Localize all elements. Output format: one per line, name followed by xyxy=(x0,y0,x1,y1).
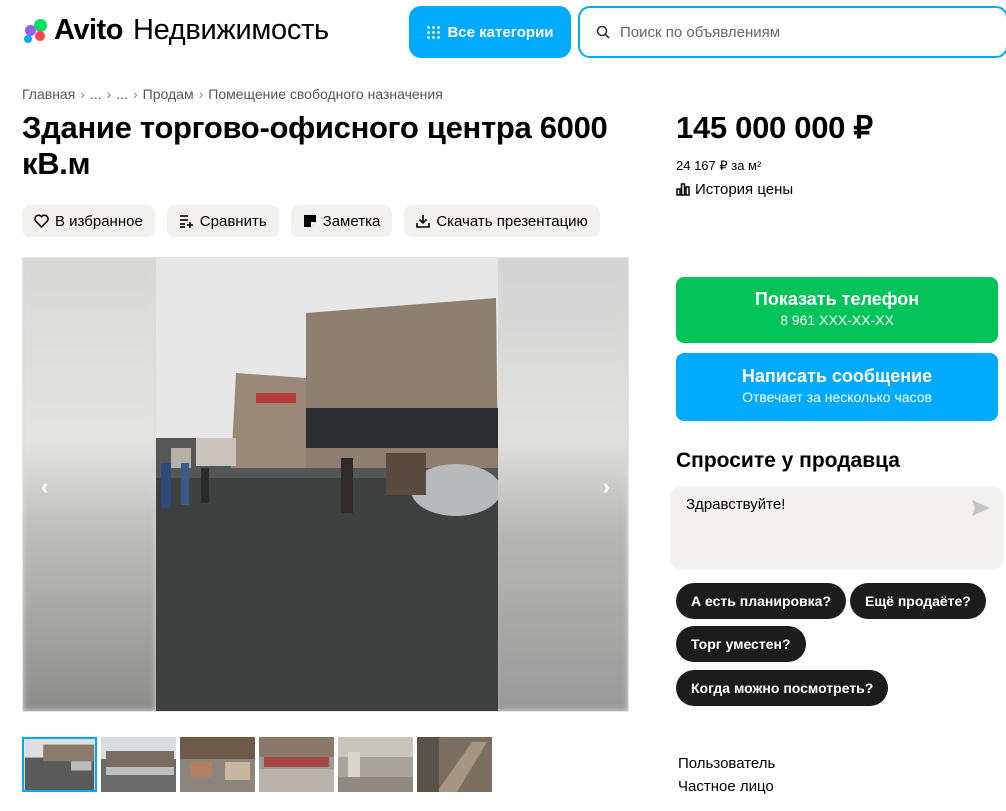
breadcrumb-home[interactable]: Главная xyxy=(22,86,75,102)
listing-title: Здание торгово-офисного центра 6000 кВ.м xyxy=(22,110,608,181)
thumbnail[interactable] xyxy=(22,737,97,792)
brand-name: Avito xyxy=(54,14,123,46)
note-button[interactable]: Заметка xyxy=(290,205,393,237)
thumbnail[interactable] xyxy=(259,737,334,792)
heart-icon xyxy=(34,214,49,228)
ask-seller-heading: Спросите у продавца xyxy=(676,449,900,472)
breadcrumb: Главная ›... ›... › Продам › Помещение свободн… xyxy=(22,86,443,102)
main-photo[interactable] xyxy=(156,258,498,712)
thumbnail[interactable] xyxy=(180,737,255,792)
seller-info[interactable]: Пользователь Частное лицо xyxy=(678,752,775,798)
breadcrumb-item[interactable]: ... xyxy=(116,86,128,102)
search-box[interactable] xyxy=(578,6,1006,58)
thumbnail[interactable] xyxy=(417,737,492,792)
quick-question-chip[interactable]: Ещё продаёте? xyxy=(850,583,986,619)
quick-question-chip[interactable]: Когда можно посмотреть? xyxy=(676,670,889,706)
note-label: Заметка xyxy=(322,212,381,230)
download-label: Скачать презентацию xyxy=(436,212,588,230)
quick-question-chip[interactable]: Торг уместен? xyxy=(676,626,806,662)
download-icon xyxy=(416,215,431,228)
send-icon[interactable] xyxy=(972,500,990,516)
thumbnail[interactable] xyxy=(101,737,176,792)
response-time-label: Отвечает за несколько часов xyxy=(742,389,932,405)
breadcrumb-category[interactable]: Помещение свободного назначения xyxy=(208,86,443,102)
seller-name[interactable]: Пользователь xyxy=(678,752,775,775)
favorite-button[interactable]: В избранное xyxy=(22,205,155,237)
search-input[interactable] xyxy=(618,22,982,42)
bar-chart-icon xyxy=(676,183,690,196)
price: 145 000 000 ₽ xyxy=(676,110,873,145)
price-history-link[interactable]: История цены xyxy=(676,181,793,198)
breadcrumb-item[interactable]: ... xyxy=(90,86,102,102)
write-message-label: Написать сообщение xyxy=(741,366,933,386)
message-input[interactable]: Здравствуйте! xyxy=(670,486,1004,570)
photo-gallery[interactable]: ‹ › xyxy=(22,257,629,712)
show-phone-button[interactable]: Показать телефон 8 961 XXX-XX-XX xyxy=(676,277,998,343)
avito-logo[interactable]: Avito Недвижимость xyxy=(22,14,329,47)
show-phone-label: Показать телефон xyxy=(754,289,920,309)
seller-type: Частное лицо xyxy=(678,778,774,795)
thumbnail-strip xyxy=(22,737,492,792)
write-message-button[interactable]: Написать сообщение Отвечает за несколько… xyxy=(676,353,998,421)
all-categories-button[interactable]: Все категории xyxy=(409,6,571,58)
note-icon xyxy=(303,215,316,227)
all-categories-label: Все категории xyxy=(447,23,554,41)
section-name: Недвижимость xyxy=(132,14,329,46)
thumbnail[interactable] xyxy=(338,737,413,792)
favorite-label: В избранное xyxy=(55,212,143,230)
price-history-label: История цены xyxy=(695,181,794,198)
message-text[interactable]: Здравствуйте! xyxy=(686,496,785,513)
compare-button[interactable]: Сравнить xyxy=(166,205,279,237)
grid-icon xyxy=(426,25,441,39)
compare-icon xyxy=(179,215,193,228)
price-per-m2: 24 167 ₽ за м² xyxy=(676,158,762,173)
quick-question-chip[interactable]: А есть планировка? xyxy=(676,583,846,619)
avito-dots-icon xyxy=(22,17,50,45)
gallery-next-icon[interactable]: › xyxy=(603,474,610,500)
compare-label: Сравнить xyxy=(199,212,267,230)
download-presentation-button[interactable]: Скачать презентацию xyxy=(404,205,600,237)
search-icon xyxy=(596,25,610,39)
breadcrumb-sell[interactable]: Продам xyxy=(143,86,194,102)
listing-actions: В избранное Сравнить Заметка Скачать пре… xyxy=(22,205,600,237)
gallery-prev-icon[interactable]: ‹ xyxy=(41,474,48,500)
phone-number-masked: 8 961 XXX-XX-XX xyxy=(780,312,894,328)
